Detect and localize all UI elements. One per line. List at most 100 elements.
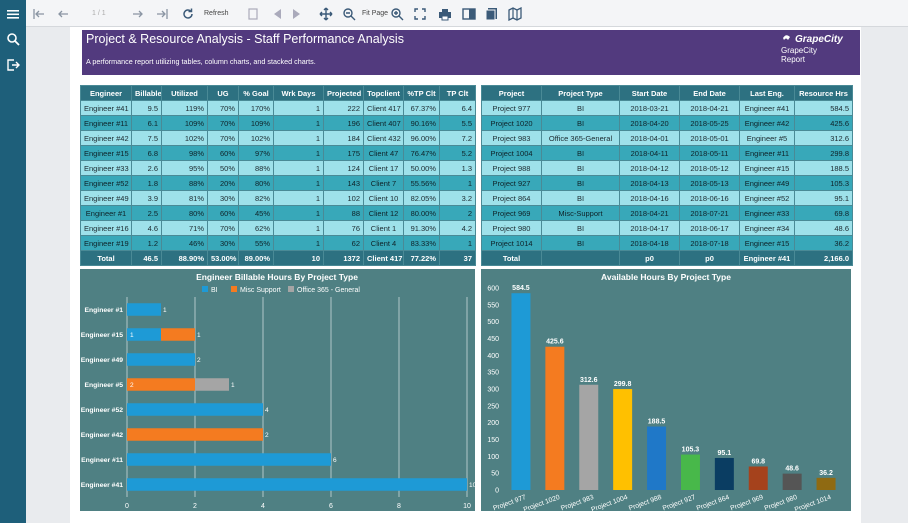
table-cell: 96.00% xyxy=(403,130,440,146)
x-tick-label: Project 977 xyxy=(492,494,527,511)
table-cell: 2018-06-17 xyxy=(679,220,740,236)
table-cell: 3.2 xyxy=(439,190,476,206)
table-cell: Engineer #16 xyxy=(80,220,132,236)
x-tick-label: Project 864 xyxy=(696,494,731,511)
next-page-icon[interactable] xyxy=(131,6,145,21)
table-cell: 55.56% xyxy=(403,175,440,191)
page-indicator[interactable]: 1 / 1 xyxy=(92,10,106,17)
bar xyxy=(680,454,700,490)
data-label: 188.5 xyxy=(648,419,666,426)
chart-title: Available Hours By Project Type xyxy=(601,272,731,282)
table-cell: 1.3 xyxy=(439,160,476,176)
x-tick-label: 0 xyxy=(125,503,129,510)
table-cell: 2018-05-25 xyxy=(679,115,740,131)
table-cell: 62% xyxy=(238,220,274,236)
total-cell: 89.00% xyxy=(238,250,274,266)
single-page-view-icon[interactable] xyxy=(462,6,476,21)
table-cell: 5.5 xyxy=(439,115,476,131)
table-cell: Engineer #11 xyxy=(80,115,132,131)
menu-icon[interactable] xyxy=(5,6,21,22)
data-label: 4 xyxy=(265,407,269,414)
x-tick-label: Project 927 xyxy=(662,494,697,511)
first-page-icon[interactable] xyxy=(32,6,46,21)
table-cell: BI xyxy=(541,100,620,116)
logo-line-2: Report xyxy=(781,55,806,64)
table-cell: 88% xyxy=(161,175,208,191)
search-icon[interactable] xyxy=(5,31,21,47)
y-tick-label: 100 xyxy=(487,454,499,461)
fullscreen-icon[interactable] xyxy=(413,6,427,21)
data-label: 69.8 xyxy=(751,459,765,466)
export-icon[interactable] xyxy=(5,57,21,73)
total-cell: 77.22% xyxy=(403,250,440,266)
zoom-in-icon[interactable] xyxy=(390,6,404,21)
data-label: 1 xyxy=(163,307,167,314)
x-tick-label: Project 988 xyxy=(628,494,663,511)
y-tick-label: 550 xyxy=(487,302,499,309)
pan-icon[interactable] xyxy=(319,6,333,21)
table-cell: Engineer #49 xyxy=(80,190,132,206)
table-cell: 170% xyxy=(238,100,274,116)
table-cell: 6.4 xyxy=(439,100,476,116)
forward-icon[interactable] xyxy=(291,6,305,21)
table-cell: 2.5 xyxy=(131,205,162,221)
table-cell: 312.6 xyxy=(794,130,853,146)
table-cell: 1 xyxy=(273,175,324,191)
y-tick-label: 450 xyxy=(487,336,499,343)
report-title: Project & Resource Analysis - Staff Perf… xyxy=(86,32,404,46)
table-cell: Engineer #41 xyxy=(739,100,795,116)
engineer-header-7: Topclient xyxy=(363,85,404,101)
last-page-icon[interactable] xyxy=(155,6,169,21)
table-cell: 80% xyxy=(238,175,274,191)
table-cell: Project 1014 xyxy=(481,235,542,251)
table-cell: Engineer #41 xyxy=(80,100,132,116)
table-cell: Client 7 xyxy=(363,175,404,191)
table-row: Engineer #1 2.5 80% 60% 45% 1 88 Client 12 80.00… xyxy=(80,205,476,221)
back-icon[interactable] xyxy=(269,6,283,21)
previous-page-icon[interactable] xyxy=(56,6,70,21)
zoom-out-icon[interactable] xyxy=(342,6,356,21)
table-cell: Engineer #33 xyxy=(80,160,132,176)
table-cell: 48.6 xyxy=(794,220,853,236)
total-cell: 10 xyxy=(273,250,324,266)
copy-icon[interactable] xyxy=(246,6,260,21)
bar-segment xyxy=(195,378,229,391)
table-cell: Client 10 xyxy=(363,190,404,206)
table-row: Project 969 Misc-Support 2018-04-21 2018-07… xyxy=(481,205,853,221)
table-cell: Project 980 xyxy=(481,220,542,236)
table-cell: Engineer #15 xyxy=(739,160,795,176)
table-row: Project 1014 BI 2018-04-18 2018-07-18 Engine… xyxy=(481,235,853,251)
logo-mark-icon: GrapeCity xyxy=(783,34,843,45)
project-header-1: Project Type xyxy=(541,85,620,101)
table-cell: 2018-04-20 xyxy=(619,115,680,131)
data-label: 312.6 xyxy=(580,377,598,384)
print-icon[interactable] xyxy=(438,6,452,21)
table-cell: 88% xyxy=(238,160,274,176)
data-label: 299.8 xyxy=(614,381,632,388)
y-tick-label: 350 xyxy=(487,370,499,377)
zoom-level[interactable]: Fit Page xyxy=(362,10,388,17)
continuous-view-icon[interactable] xyxy=(485,6,499,21)
table-cell: 7.2 xyxy=(439,130,476,146)
chart-title: Engineer Billable Hours By Project Type xyxy=(196,272,358,282)
table-cell: Project 1020 xyxy=(481,115,542,131)
table-cell: 60% xyxy=(207,145,239,161)
table-cell: 188.5 xyxy=(794,160,853,176)
y-tick-label: 150 xyxy=(487,437,499,444)
galley-mode-icon[interactable] xyxy=(508,6,522,21)
table-cell: 83.33% xyxy=(403,235,440,251)
refresh-icon[interactable] xyxy=(181,6,195,21)
table-cell: 2018-03-21 xyxy=(619,100,680,116)
table-row: Engineer #16 4.6 71% 70% 62% 1 76 Client 1 91.30… xyxy=(80,220,476,236)
table-cell: 70% xyxy=(207,115,239,131)
table-cell: Engineer #15 xyxy=(739,235,795,251)
refresh-button[interactable]: Refresh xyxy=(204,10,229,17)
table-cell: 584.5 xyxy=(794,100,853,116)
table-cell: 67.37% xyxy=(403,100,440,116)
table-cell: 102% xyxy=(161,130,208,146)
legend-label: Misc Support xyxy=(240,287,281,294)
table-cell: Engineer #1 xyxy=(80,205,132,221)
table-cell: 1 xyxy=(439,235,476,251)
table-cell: 76 xyxy=(323,220,364,236)
table-cell: 1 xyxy=(273,145,324,161)
